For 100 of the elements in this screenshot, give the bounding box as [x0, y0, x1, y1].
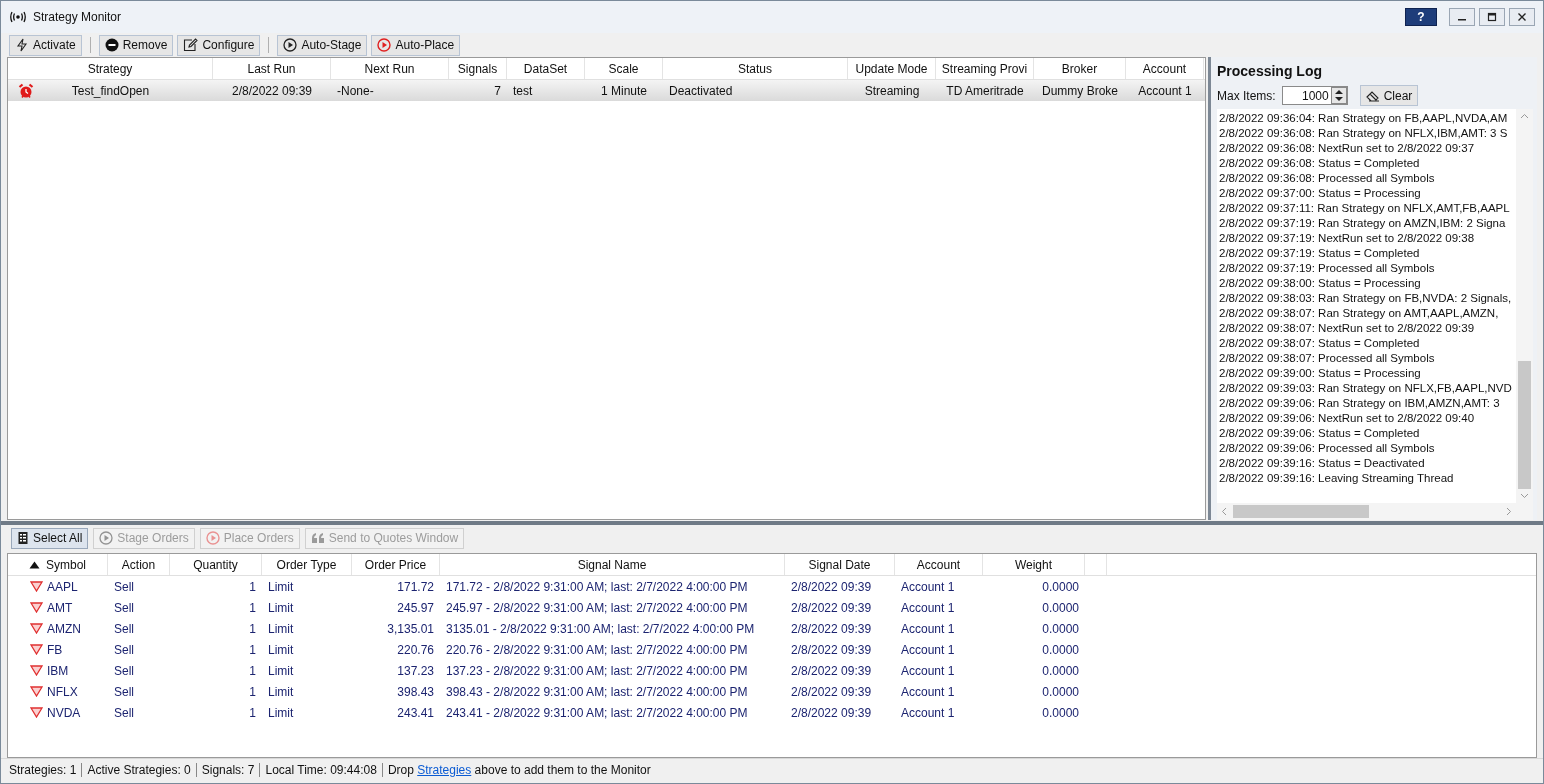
column-header[interactable]: Signals — [457, 61, 498, 76]
log-line: 2/8/2022 09:39:00: Status = Processing — [1219, 366, 1422, 381]
table-cell: Sell — [114, 684, 134, 699]
clear-button[interactable]: Clear — [1359, 85, 1419, 106]
table-cell: 2/8/2022 09:39 — [791, 642, 872, 657]
down-triangle-icon — [30, 623, 43, 634]
toolbar-button[interactable]: Select All — [11, 527, 89, 549]
column-header[interactable]: Weight — [1014, 557, 1053, 572]
down-triangle-icon — [30, 686, 43, 697]
table-cell: Account 1 — [1138, 83, 1192, 98]
log-line: 2/8/2022 09:37:00: Status = Processing — [1219, 186, 1422, 201]
column-header[interactable]: Order Price — [364, 557, 427, 572]
table-cell: Dummy Broke — [1042, 83, 1118, 98]
table-cell: FB — [47, 642, 63, 657]
table-cell: Account 1 — [901, 579, 955, 594]
table-cell: 0.0000 — [1042, 663, 1079, 678]
log-line: 2/8/2022 09:39:06: NextRun set to 2/8/2022 09:40 — [1219, 411, 1476, 426]
table-cell: Limit — [268, 600, 294, 615]
status-field: Active Strategies: 0 — [82, 763, 197, 777]
toolbar-button[interactable]: Activate — [9, 34, 82, 56]
column-header[interactable]: Update Mode — [855, 61, 928, 76]
table-cell: 0.0000 — [1042, 600, 1079, 615]
play-icon — [99, 531, 114, 545]
max-items-label: Max Items: — [1217, 88, 1276, 103]
horizontal-scrollbar[interactable] — [1217, 503, 1533, 520]
table-cell: Limit — [268, 579, 294, 594]
table-cell: Account 1 — [901, 705, 955, 720]
table-cell: Sell — [114, 600, 134, 615]
column-header[interactable]: Next Run — [364, 61, 415, 76]
log-line: 2/8/2022 09:37:11: Ran Strategy on NFLX,AMT,FB,AAPL — [1219, 201, 1511, 216]
lightning-icon — [15, 38, 29, 52]
table-cell: Account 1 — [901, 621, 955, 636]
table-cell: AAPL — [47, 579, 78, 594]
log-line: 2/8/2022 09:38:07: NextRun set to 2/8/2022 09:39 — [1219, 321, 1476, 336]
table-cell: 2/8/2022 09:39 — [791, 600, 872, 615]
column-header[interactable]: Strategy — [87, 61, 133, 76]
table-cell: TD Ameritrade — [946, 83, 1024, 98]
table-cell: -None- — [337, 83, 374, 98]
table-cell: Test_findOpen — [71, 83, 150, 98]
table-cell: Limit — [268, 684, 294, 699]
column-header[interactable]: Symbol — [46, 557, 86, 572]
table-cell: AMT — [47, 600, 73, 615]
column-header[interactable]: Quantity — [193, 557, 238, 572]
column-header[interactable]: Account — [916, 557, 961, 572]
table-cell: Account 1 — [901, 642, 955, 657]
maximize-button[interactable] — [1479, 8, 1505, 26]
max-items-spinner[interactable]: 1000 — [1281, 86, 1348, 105]
list-icon — [17, 531, 29, 545]
table-cell: 2/8/2022 09:39 — [231, 83, 313, 98]
table-cell: 243.41 — [397, 705, 434, 720]
table-cell: 220.76 — [397, 642, 434, 657]
column-header[interactable]: Signal Date — [808, 557, 871, 572]
panel-title: Processing Log — [1216, 62, 1324, 81]
toolbar-button[interactable]: Configure — [177, 34, 261, 56]
toolbar-button[interactable]: Auto-Stage — [277, 34, 368, 56]
strategies-link[interactable]: Strategies — [417, 763, 472, 777]
column-header[interactable]: Action — [121, 557, 156, 572]
table-cell: 3,135.01 — [387, 621, 434, 636]
table-cell: 2/8/2022 09:39 — [791, 684, 872, 699]
table-cell: Sell — [114, 663, 134, 678]
log-line: 2/8/2022 09:36:08: Status = Completed — [1219, 156, 1421, 171]
status-field: Strategies: 1 — [9, 763, 83, 777]
log-line: 2/8/2022 09:37:19: Ran Strategy on AMZN,IBM: 2 Signa — [1219, 216, 1507, 231]
column-header[interactable]: Broker — [1061, 61, 1098, 76]
play-icon — [283, 38, 298, 52]
log-line: 2/8/2022 09:36:04: Ran Strategy on FB,AAPL,NVDA,AM — [1219, 111, 1509, 126]
scroll-thumb[interactable] — [1233, 505, 1369, 518]
table-cell: Sell — [114, 705, 134, 720]
down-triangle-icon — [30, 707, 43, 718]
table-cell: Account 1 — [901, 600, 955, 615]
table-cell: Streaming — [864, 83, 920, 98]
table-cell: 137.23 — [397, 663, 434, 678]
column-header[interactable]: Scale — [608, 61, 639, 76]
table-cell: test — [513, 83, 533, 98]
table-cell: Sell — [114, 621, 134, 636]
column-header[interactable]: Streaming Provi — [941, 61, 1028, 76]
column-header[interactable]: Account — [1142, 61, 1187, 76]
log-line: 2/8/2022 09:37:19: Status = Completed — [1219, 246, 1421, 261]
table-cell: 245.97 — [397, 600, 434, 615]
column-header[interactable]: Signal Name — [577, 557, 647, 572]
down-triangle-icon — [30, 581, 43, 592]
scroll-thumb[interactable] — [1518, 361, 1531, 489]
log-line: 2/8/2022 09:38:07: Ran Strategy on AMT,AAPL,AMZN, — [1219, 306, 1500, 321]
table-cell: 0.0000 — [1042, 621, 1079, 636]
toolbar-button[interactable]: Auto-Place — [371, 34, 461, 56]
status-field: Signals: 7 — [196, 763, 261, 777]
column-header[interactable]: Order Type — [276, 557, 337, 572]
table-cell: 3135.01 - 2/8/2022 9:31:00 AM; last: 2/7/2022 4:00:00 PM — [446, 621, 755, 636]
vertical-scrollbar[interactable] — [1516, 109, 1533, 503]
toolbar-button[interactable]: Remove — [98, 34, 174, 56]
table-cell: 171.72 - 2/8/2022 9:31:00 AM; last: 2/7/2022 4:00:00 PM — [446, 579, 748, 594]
column-header[interactable]: Last Run — [247, 61, 296, 76]
close-icon — [1517, 12, 1527, 22]
column-header[interactable]: DataSet — [523, 61, 568, 76]
help-button[interactable]: ? — [1405, 8, 1437, 26]
close-button[interactable] — [1509, 8, 1535, 26]
column-header[interactable]: Status — [738, 61, 772, 76]
play-icon — [205, 531, 220, 545]
strategy-row[interactable]: Test_findOpen 2/8/2022 09:39 -None- 7 test 1 Minute Deactivated Streaming TD Ameritrade Dummy Broke Account 1 — [8, 80, 1205, 101]
table-cell: 1 Minute — [601, 83, 647, 98]
